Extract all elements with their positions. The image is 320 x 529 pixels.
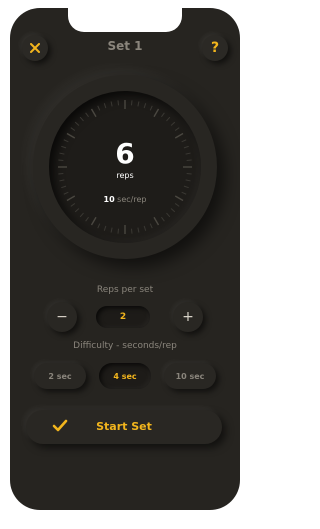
dial-tick [59,179,65,182]
dial-tick [166,212,171,218]
dial-tick [79,116,84,122]
help-icon: ? [210,40,220,56]
dial-tick [166,116,171,122]
difficulty-option-2-sec[interactable]: 2 sec [34,363,86,389]
dial-tick [90,108,97,118]
rep-rate: 10 sec/rep [49,195,201,204]
reps-per-set-value: 2 [96,306,150,328]
reps-per-set-label: Reps per set [96,285,154,295]
dial-tick [153,216,160,226]
dial-tick [149,105,153,111]
dial-tick [74,208,80,213]
dial-tick [63,191,69,195]
start-set-label: Start Set [96,420,152,433]
dial-tick [181,191,187,195]
phone-screen: Set 1 ? 6 reps 10 sec/rep Reps per set −… [10,8,240,510]
dial-tick [137,227,140,233]
dial-tick [183,185,189,189]
dial-tick [117,100,120,106]
dial-tick [149,223,153,229]
dial-tick [90,216,97,226]
dial-tick [185,179,191,182]
difficulty-option-10-sec[interactable]: 10 sec [164,363,216,389]
rep-rate-unit: sec/rep [114,195,147,204]
dial-tick [161,112,165,118]
dial-tick [143,225,147,231]
dial-tick [103,103,107,109]
dial-tick [170,208,176,213]
difficulty-option-4-sec[interactable]: 4 sec [99,363,151,389]
dial-tick [170,121,176,126]
rep-dial: 6 reps 10 sec/rep [33,75,217,259]
dial-tick [174,127,180,131]
dial-tick [143,103,147,109]
dial-tick [85,112,89,118]
dial-tick [130,100,133,106]
dial-tick [161,216,165,222]
dial-tick [110,101,113,107]
difficulty-label: Difficulty - seconds/rep [73,341,177,351]
rep-dial-face: 6 reps 10 sec/rep [49,91,201,243]
rep-rate-value: 10 [103,195,115,204]
dial-tick [110,227,113,233]
dial-tick [137,101,140,107]
decrease-reps-button[interactable]: − [47,302,77,332]
dial-tick [97,105,101,111]
rep-count: 6 [115,137,135,170]
dial-tick [74,121,80,126]
rep-unit: reps [116,171,134,180]
help-button[interactable]: ? [202,35,228,61]
dial-tick [130,228,133,234]
plus-icon: + [182,309,194,325]
dial-tick [103,225,107,231]
notch [68,8,182,32]
dial-tick [70,127,76,131]
minus-icon: − [56,309,68,325]
start-set-button[interactable]: Start Set [26,410,222,444]
dial-tick [61,185,67,189]
increase-reps-button[interactable]: + [173,302,203,332]
dial-tick [117,228,120,234]
dial-tick [97,223,101,229]
dial-tick [79,212,84,218]
dial-tick [85,216,89,222]
dial-tick [153,108,160,118]
